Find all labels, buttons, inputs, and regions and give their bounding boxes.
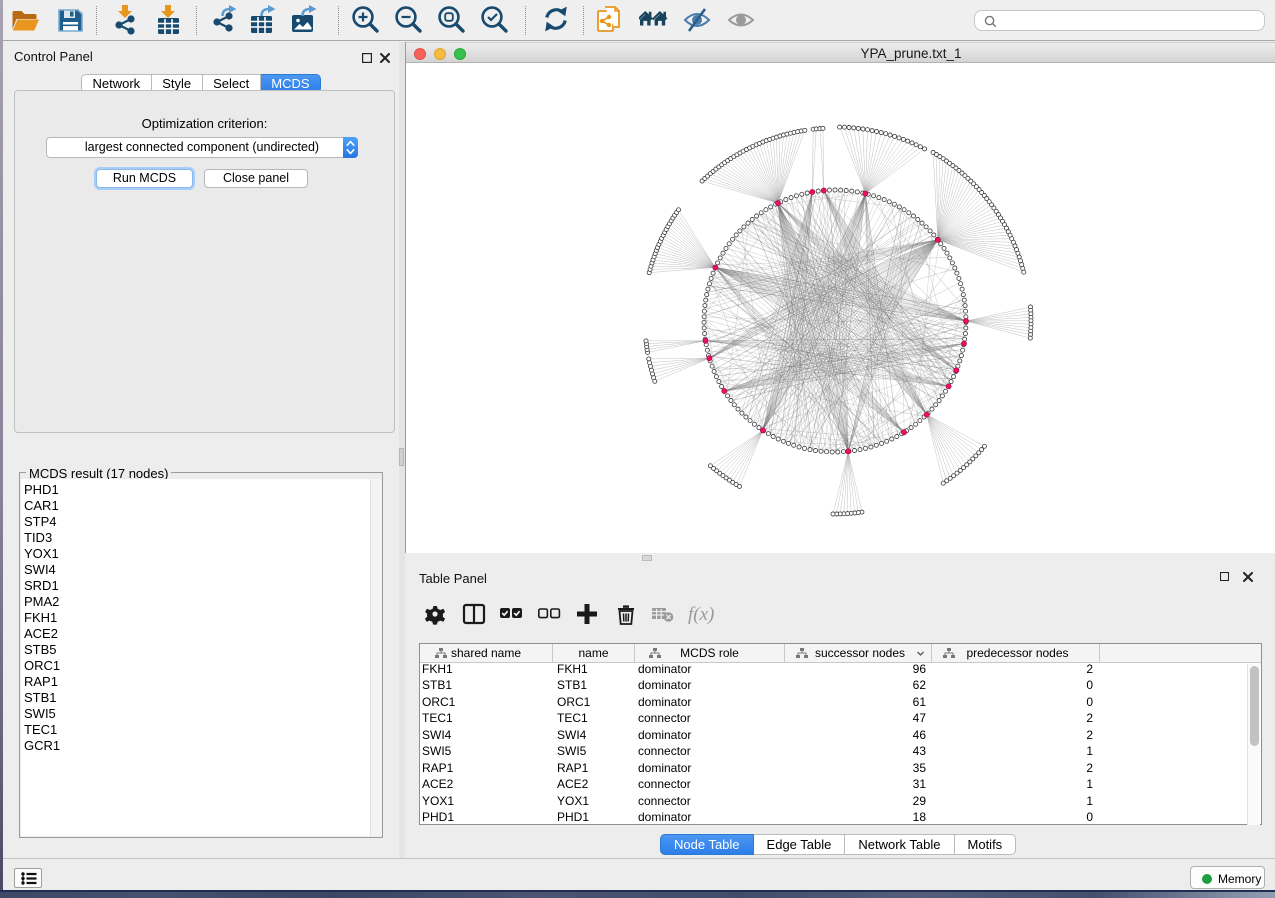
svg-text:f(x): f(x): [688, 604, 714, 625]
